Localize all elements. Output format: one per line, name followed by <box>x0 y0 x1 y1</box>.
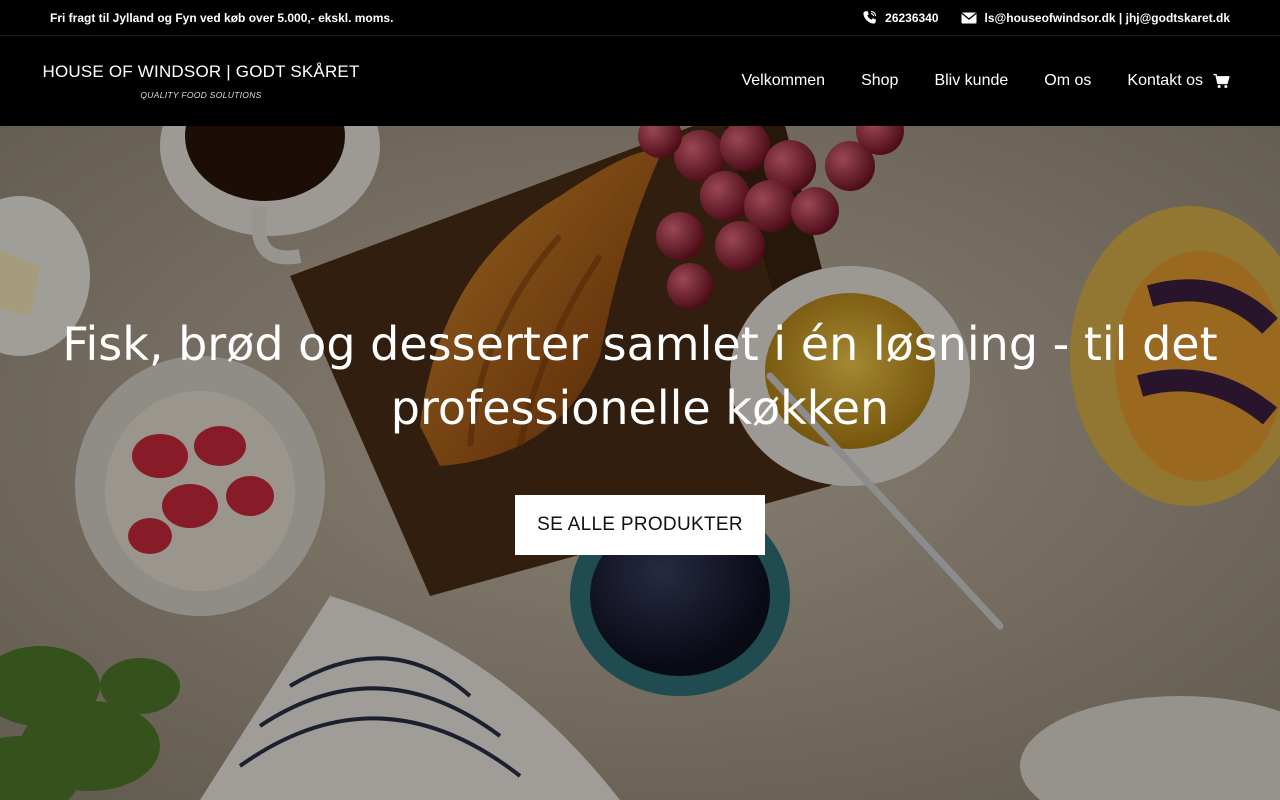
site-logo[interactable]: HOUSE OF WINDSOR | GODT SKÅRET QUALITY F… <box>42 62 359 100</box>
nav-item-bliv-kunde[interactable]: Bliv kunde <box>934 72 1008 90</box>
phone-icon <box>862 10 877 25</box>
shopping-cart-icon[interactable] <box>1213 73 1230 89</box>
nav-item-kontakt-os[interactable]: Kontakt os <box>1127 72 1203 90</box>
logo-tagline: QUALITY FOOD SOLUTIONS <box>140 90 262 100</box>
see-all-products-button[interactable]: SE ALLE PRODUKTER <box>515 495 765 555</box>
shipping-note: Fri fragt til Jylland og Fyn ved køb ove… <box>50 10 394 25</box>
main-nav: Velkommen Shop Bliv kunde Om os Kontakt … <box>741 72 1230 90</box>
top-bar: Fri fragt til Jylland og Fyn ved køb ove… <box>0 0 1280 36</box>
hero-section: Fisk, brød og desserter samlet i én løsn… <box>0 126 1280 800</box>
phone-number: 26236340 <box>885 10 939 25</box>
email-addresses: ls@houseofwindsor.dk | jhj@godtskaret.dk <box>984 10 1230 25</box>
nav-item-shop[interactable]: Shop <box>861 72 898 90</box>
nav-item-velkommen[interactable]: Velkommen <box>741 72 825 90</box>
email-contact[interactable]: ls@houseofwindsor.dk | jhj@godtskaret.dk <box>960 10 1230 25</box>
hero-title: Fisk, brød og desserter samlet i én løsn… <box>62 317 1218 435</box>
site-header: HOUSE OF WINDSOR | GODT SKÅRET QUALITY F… <box>0 36 1280 126</box>
phone-contact[interactable]: 26236340 <box>862 10 939 25</box>
nav-item-om-os[interactable]: Om os <box>1044 72 1091 90</box>
contact-info: 26236340 ls@houseofwindsor.dk | jhj@godt… <box>862 10 1230 25</box>
hero-overlay <box>0 126 1280 800</box>
logo-text: HOUSE OF WINDSOR | GODT SKÅRET <box>42 62 360 81</box>
envelope-icon <box>960 12 977 24</box>
